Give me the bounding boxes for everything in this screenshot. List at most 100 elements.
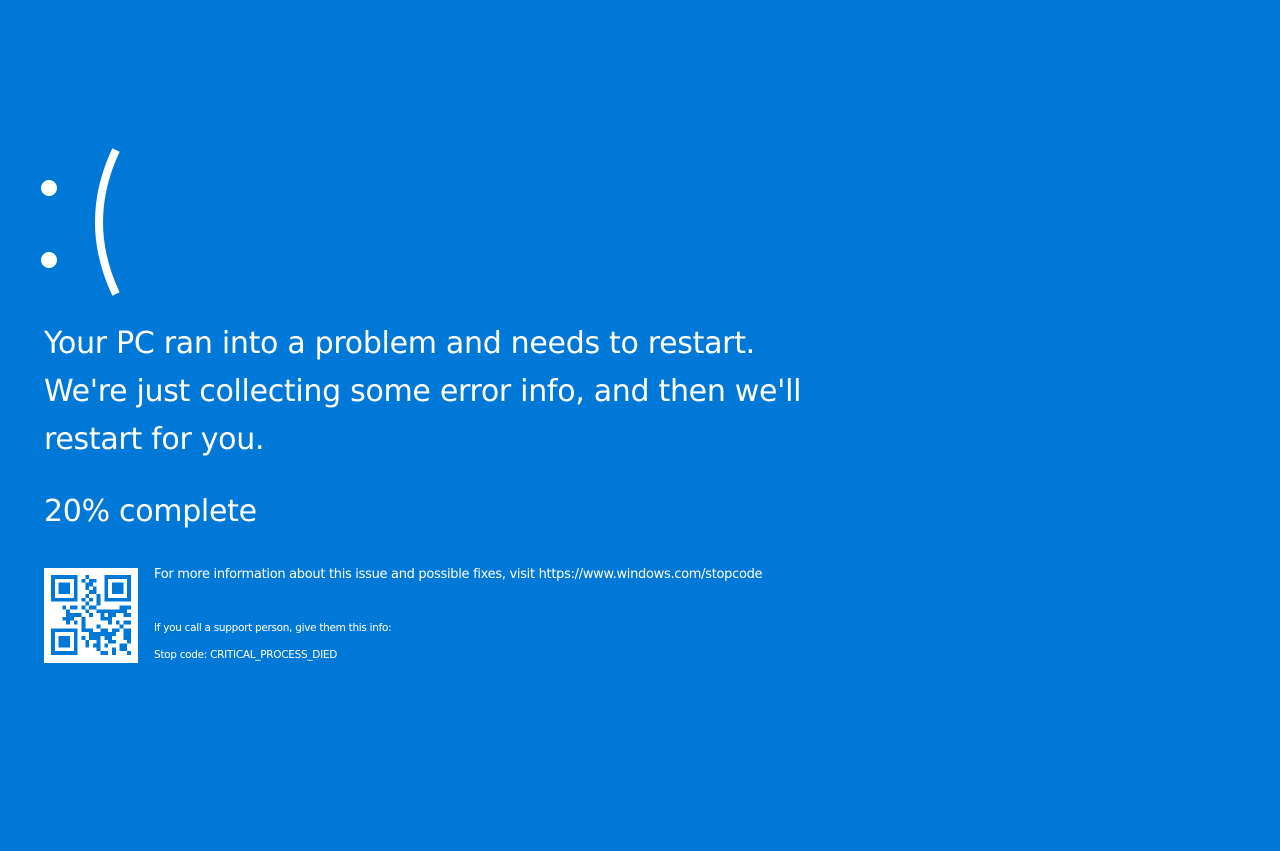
qr-module — [62, 597, 67, 602]
qr-module — [66, 613, 71, 617]
qr-module — [96, 643, 101, 648]
qr-module — [54, 628, 59, 633]
qr-module — [62, 643, 67, 648]
qr-module — [108, 613, 112, 617]
qr-module — [81, 605, 86, 610]
qr-module — [104, 609, 109, 614]
qr-module — [96, 647, 101, 652]
qr-module — [96, 601, 101, 606]
qr-module — [96, 639, 101, 644]
qr-module — [127, 639, 131, 644]
qr-module — [62, 651, 67, 655]
qr-module — [62, 605, 67, 610]
qr-module — [62, 639, 67, 644]
qr-module — [123, 575, 128, 579]
qr-module — [66, 639, 71, 644]
qr-module — [100, 616, 105, 621]
qr-module — [96, 635, 101, 640]
qr-module — [73, 590, 78, 595]
qr-module — [108, 616, 112, 621]
qr-module — [81, 628, 86, 633]
qr-module — [123, 613, 128, 617]
qr-module — [119, 605, 124, 610]
qr-module — [73, 605, 78, 610]
qr-module — [70, 651, 74, 655]
qr-module — [127, 613, 131, 617]
qr-module — [51, 586, 55, 591]
qr-module — [100, 651, 105, 655]
qr-module — [104, 643, 109, 648]
qr-module — [73, 632, 78, 636]
qr-module — [108, 620, 112, 625]
qr-module — [89, 605, 93, 610]
qr-module — [111, 582, 116, 587]
qr-module — [85, 601, 90, 606]
qr-module — [119, 597, 124, 602]
qr-module — [73, 597, 78, 602]
qr-module — [51, 628, 55, 633]
qr-module — [127, 578, 131, 583]
qr-module — [62, 616, 67, 621]
qr-module — [111, 628, 116, 633]
qr-module — [73, 651, 78, 655]
qr-module — [73, 594, 78, 598]
qr-module — [85, 594, 90, 598]
qr-module — [108, 639, 112, 644]
qr-module — [89, 632, 93, 636]
qr-module — [108, 597, 112, 602]
qr-module — [66, 590, 71, 595]
qr-module — [85, 586, 90, 591]
qr-module — [111, 609, 116, 614]
qr-module — [127, 586, 131, 591]
qr-module — [96, 609, 101, 614]
qr-module — [119, 582, 124, 587]
qr-module — [127, 651, 131, 655]
qr-module — [73, 613, 78, 617]
qr-module — [73, 639, 78, 644]
support-note-text: If you call a support person, give them … — [154, 622, 392, 634]
qr-module — [115, 620, 120, 625]
qr-module — [73, 620, 78, 625]
qr-module — [73, 628, 78, 633]
qr-module — [51, 651, 55, 655]
qr-module — [127, 597, 131, 602]
qr-module — [100, 632, 105, 636]
qr-module — [92, 578, 97, 583]
qr-module — [127, 632, 131, 636]
qr-module — [108, 609, 112, 614]
qr-module — [104, 632, 109, 636]
qr-module — [73, 578, 78, 583]
qr-module — [104, 578, 109, 583]
qr-module — [123, 632, 128, 636]
qr-module — [104, 651, 109, 655]
qr-module — [127, 605, 131, 610]
qr-module — [77, 613, 82, 617]
qr-module — [104, 582, 109, 587]
qr-module — [127, 594, 131, 598]
qr-module — [89, 590, 93, 595]
qr-module — [70, 605, 74, 610]
qr-module — [127, 582, 131, 587]
qr-module — [123, 647, 128, 652]
qr-module — [51, 594, 55, 598]
qr-module — [62, 628, 67, 633]
qr-module — [85, 609, 90, 614]
qr-module — [58, 639, 63, 644]
qr-module — [123, 628, 128, 633]
qr-module — [54, 575, 59, 579]
qr-module — [73, 582, 78, 587]
qr-module — [108, 635, 112, 640]
qr-module — [54, 597, 59, 602]
qr-module — [119, 575, 124, 579]
qr-module — [81, 616, 86, 621]
qr-module — [108, 632, 112, 636]
qr-module — [115, 628, 120, 633]
qr-module — [127, 635, 131, 640]
qr-module — [62, 635, 67, 640]
qr-module — [51, 632, 55, 636]
qr-module — [66, 616, 71, 621]
qr-module — [66, 586, 71, 591]
qr-module — [104, 597, 109, 602]
stop-code-text: Stop code: CRITICAL_PROCESS_DIED — [154, 649, 337, 661]
qr-module — [66, 575, 71, 579]
